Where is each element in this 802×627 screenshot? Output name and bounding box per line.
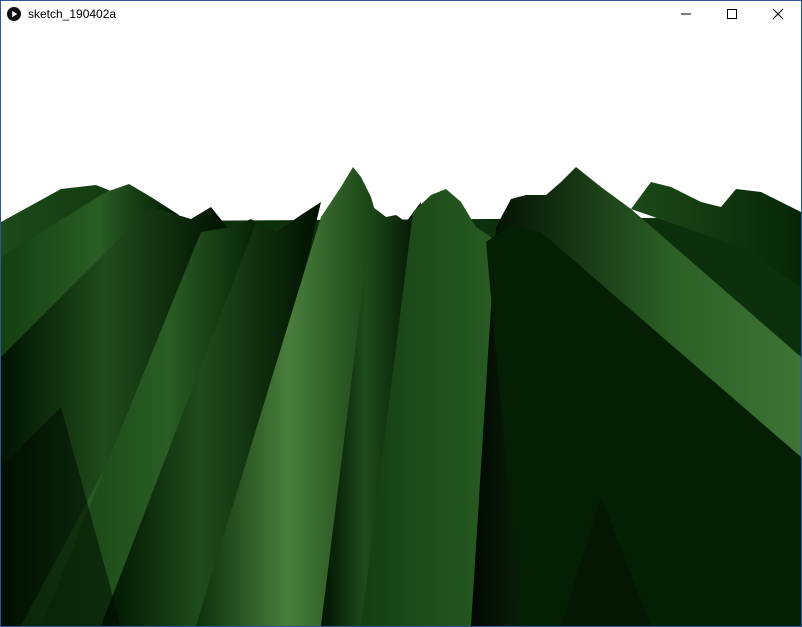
window-title: sketch_190402a <box>28 7 117 21</box>
terrain-render <box>1 167 801 626</box>
window-controls <box>663 1 801 27</box>
minimize-icon <box>681 13 691 15</box>
app-window: sketch_190402a <box>0 0 802 627</box>
sketch-canvas[interactable] <box>1 27 801 626</box>
close-button[interactable] <box>755 1 801 27</box>
title-bar[interactable]: sketch_190402a <box>1 1 801 27</box>
close-icon <box>772 8 784 20</box>
processing-play-icon <box>6 6 22 22</box>
minimize-button[interactable] <box>663 1 709 27</box>
maximize-button[interactable] <box>709 1 755 27</box>
maximize-icon <box>727 9 737 19</box>
